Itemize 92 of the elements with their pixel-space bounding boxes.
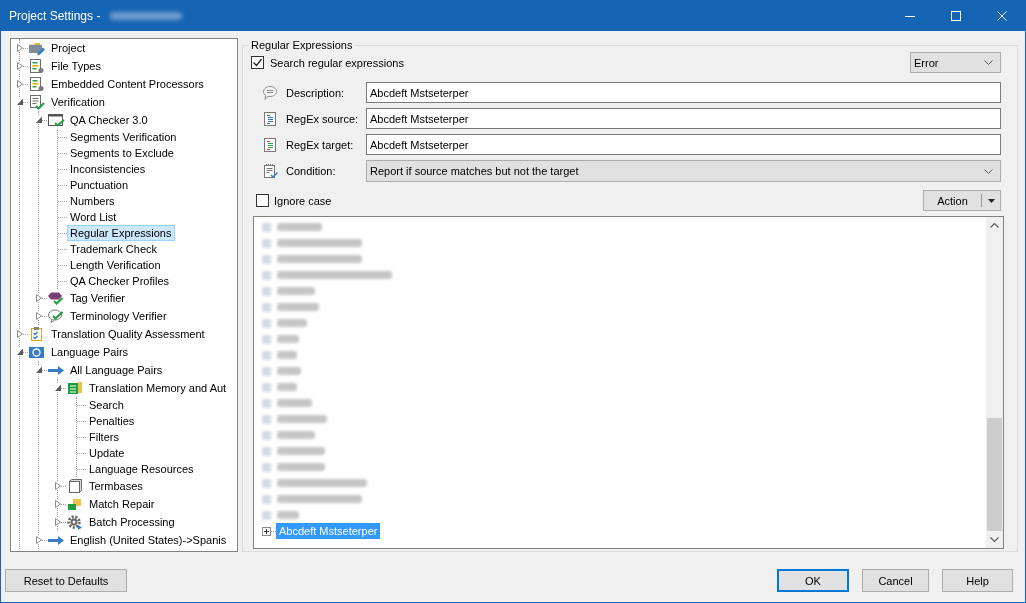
- tree-item[interactable]: Penalties: [86, 413, 138, 429]
- ledger-icon: [66, 380, 84, 396]
- action-button[interactable]: Action: [923, 190, 1001, 211]
- dialog-button[interactable]: Cancel: [862, 569, 929, 592]
- tree-item[interactable]: File Types: [48, 58, 104, 74]
- checkbox[interactable]: [256, 194, 269, 207]
- regex-target-field[interactable]: Abcdeft Mstseterper: [366, 134, 1001, 155]
- cube-icon: [66, 478, 84, 494]
- tree-item[interactable]: Translation Quality Assessment: [48, 326, 208, 342]
- window-title: Project Settings -: [9, 9, 101, 23]
- tree-item[interactable]: Segments to Exclude: [67, 145, 177, 161]
- expander-icon[interactable]: [36, 366, 42, 374]
- field-label: RegEx source:: [286, 112, 360, 125]
- chevron-down-icon: [984, 168, 993, 174]
- expander-icon[interactable]: [55, 518, 61, 526]
- checkbox-label[interactable]: Search regular expressions: [270, 56, 404, 69]
- condition-dropdown[interactable]: Report if source matches but not the target: [366, 160, 1001, 182]
- expander-icon[interactable]: [17, 348, 23, 356]
- caret-icon: [988, 198, 995, 203]
- group-title: Regular Expressions: [250, 39, 354, 52]
- field-label: RegEx target:: [286, 138, 355, 151]
- dialog-button[interactable]: Help: [942, 569, 1013, 592]
- tree-item[interactable]: Punctuation: [67, 177, 132, 193]
- tree-item[interactable]: Filters: [86, 429, 122, 445]
- chevron-down-icon: [984, 60, 993, 65]
- tree-item[interactable]: Regular Expressions: [67, 225, 175, 241]
- tree-item[interactable]: Search: [86, 397, 127, 413]
- window-check-icon: [47, 112, 65, 128]
- expander-icon[interactable]: [17, 44, 23, 52]
- description-field[interactable]: Abcdeft Mstseterper: [366, 82, 1001, 103]
- speech-bubble-check-icon: [47, 308, 65, 324]
- document-icon: [28, 58, 46, 74]
- tree-item[interactable]: All Language Pairs: [67, 362, 166, 378]
- tree-item[interactable]: Update: [86, 445, 128, 461]
- expander-icon[interactable]: [17, 80, 23, 88]
- tree-item[interactable]: Batch Processing: [86, 514, 178, 530]
- expander-icon[interactable]: [36, 312, 42, 320]
- reset-button[interactable]: Reset to Defaults: [5, 569, 127, 592]
- folder-pencil-icon: [28, 40, 46, 56]
- tree-item[interactable]: Word List: [67, 209, 120, 225]
- blocks-icon: [66, 496, 84, 512]
- tree-item[interactable]: English (United States)->Spanis: [67, 532, 230, 548]
- minimize-icon: [905, 15, 915, 17]
- severity-dropdown[interactable]: Error: [910, 52, 1001, 73]
- checkbox-label[interactable]: Ignore case: [274, 194, 332, 207]
- expander-icon[interactable]: [17, 98, 23, 106]
- field-label: Condition:: [286, 165, 337, 177]
- tree-item[interactable]: Tag Verifier: [67, 290, 129, 306]
- chevron-down-icon[interactable]: [990, 537, 999, 542]
- tree-item[interactable]: Length Verification: [67, 257, 164, 273]
- tree-item[interactable]: Segments Verification: [67, 129, 180, 145]
- expander-icon[interactable]: [36, 116, 42, 124]
- scrollbar-thumb[interactable]: [987, 418, 1002, 531]
- close-icon: [997, 11, 1007, 21]
- tree-item[interactable]: Trademark Check: [67, 241, 160, 257]
- gear-icon: [66, 514, 84, 530]
- expander-icon[interactable]: [36, 294, 42, 302]
- tree-item[interactable]: Translation Memory and Aut: [86, 380, 230, 396]
- expander-icon[interactable]: [17, 330, 23, 338]
- checkbox[interactable]: [251, 56, 264, 69]
- circle-tile-icon: [28, 344, 46, 360]
- document-icon: [28, 76, 46, 92]
- tree-item[interactable]: Verification: [48, 94, 108, 110]
- hexagon-check-icon: [47, 290, 65, 306]
- document-list-icon: [262, 110, 278, 127]
- chevron-up-icon[interactable]: [990, 223, 999, 228]
- clipboard-check-icon: [262, 163, 278, 179]
- tree-item[interactable]: Match Repair: [86, 496, 158, 512]
- document-check-icon: [28, 94, 46, 110]
- tree-item[interactable]: Language Pairs: [48, 344, 132, 360]
- tree-item[interactable]: Terminology Verifier: [67, 308, 170, 324]
- maximize-icon: [951, 11, 961, 21]
- expander-icon[interactable]: [55, 384, 61, 392]
- tree-item[interactable]: Inconsistencies: [67, 161, 149, 177]
- document-list-icon: [262, 136, 278, 153]
- expander-icon[interactable]: [36, 536, 42, 544]
- dialog-button[interactable]: OK: [777, 569, 849, 592]
- speech-bubble-icon: [262, 84, 278, 101]
- plus-box-icon[interactable]: [262, 526, 271, 536]
- field-label: Description:: [286, 86, 346, 99]
- expander-icon[interactable]: [55, 500, 61, 508]
- tree-item[interactable]: Project: [48, 40, 89, 56]
- tree-item[interactable]: QA Checker 3.0: [67, 112, 151, 128]
- tree-item[interactable]: Numbers: [67, 193, 118, 209]
- tree-item[interactable]: Language Resources: [86, 461, 197, 477]
- regex-source-field[interactable]: Abcdeft Mstseterper: [366, 108, 1001, 129]
- tree-item[interactable]: Termbases: [86, 478, 146, 494]
- scrollbar[interactable]: [986, 217, 1003, 548]
- expander-icon[interactable]: [17, 62, 23, 70]
- expander-icon[interactable]: [55, 482, 61, 490]
- tree-item[interactable]: Embedded Content Processors: [48, 76, 207, 92]
- tree-item[interactable]: QA Checker Profiles: [67, 273, 173, 289]
